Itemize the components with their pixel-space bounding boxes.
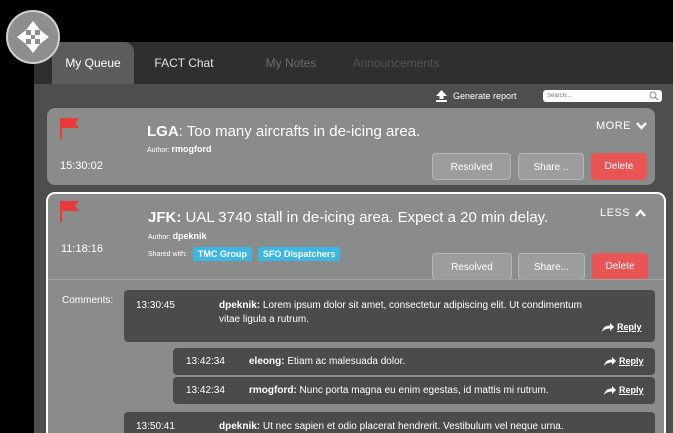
alert-time: 15:30:02 [60,160,103,172]
generate-report-label: Generate report [453,91,517,101]
alert-title: LGA: Too many aircrafts in de-icing area… [147,123,420,140]
tab-bar: My Queue FACT Chat My Notes Announcement… [34,42,673,84]
comment-body-cont: vitae ligula a rutrum. [219,314,310,325]
move-handle[interactable] [6,10,60,64]
delete-button[interactable]: Delete [591,153,647,180]
more-label: MORE [596,120,631,132]
comment-text: dpeknik: Lorem ipsum dolor sit amet, con… [219,299,649,327]
flag-icon [60,201,79,222]
author-name: dpeknik [172,231,207,241]
alert-card[interactable]: 15:30:02 LGA: Too many aircrafts in de-i… [47,108,655,185]
comment-time: 13:42:34 [186,356,225,367]
shared-with-label: Shared with: [148,250,187,258]
comment-text: eleong: Etiam ac malesuada dolor. [249,355,579,369]
shared-with: Shared with: TMC Group SFO Dispatchers [148,247,341,261]
reply-link[interactable]: Reply [602,322,642,332]
less-label: LESS [600,207,631,219]
reply-arrow-icon [602,322,614,332]
comment-item: 13:42:34 rmogford: Nunc porta magna eu e… [173,377,655,404]
author-label: Author: [147,147,170,154]
comment-author: eleong: [249,356,285,367]
comment-time: 13:30:45 [136,300,175,311]
reply-arrow-icon [604,356,616,366]
share-button[interactable]: Share... [518,153,584,180]
alert-time: 11:18:16 [61,243,104,255]
reply-label: Reply [617,322,642,332]
shared-tag[interactable]: SFO Dispatchers [257,247,341,261]
alert-message: : Too many aircrafts in de-icing area. [178,123,421,140]
less-toggle[interactable]: LESS [600,207,647,219]
reply-link[interactable]: Reply [604,356,644,366]
alert-title: JFK: UAL 3740 stall in de-icing area. Ex… [148,209,548,226]
comment-author: rmogford: [249,385,297,396]
alert-message: UAL 3740 stall in de-icing area. Expect … [181,209,549,226]
comment-text: dpeknik: Ut nec sapien et odio placerat … [219,420,649,433]
tab-announcements[interactable]: Announcements [346,42,446,84]
reply-label: Reply [619,356,644,366]
author-name: rmogford [171,144,212,154]
comment-time: 13:42:34 [186,385,225,396]
comment-body: Nunc porta magna eu enim egestas, id mat… [296,385,549,396]
comment-text: rmogford: Nunc porta magna eu enim egest… [249,384,599,398]
alert-code: JFK: [148,209,182,226]
search-input[interactable] [543,90,662,102]
reply-label: Reply [619,385,644,395]
share-button[interactable]: Share... [518,253,585,280]
resolved-button[interactable]: Resolved [432,253,512,280]
author-label: Author: [148,234,171,241]
reply-arrow-icon [604,385,616,395]
comment-time: 13:50:41 [136,421,175,432]
reply-link[interactable]: Reply [604,385,644,395]
alert-author: Author: rmogford [147,144,212,154]
comment-item: 13:30:45 dpeknik: Lorem ipsum dolor sit … [124,290,655,342]
move-arrows-icon [17,21,49,53]
chevron-down-icon [636,122,647,130]
comments-label: Comments: [62,295,114,306]
flag-icon [60,118,79,139]
tab-fact-chat[interactable]: FACT Chat [144,42,224,84]
divider [48,279,664,280]
comment-body: Ut nec sapien et odio placerat hendrerit… [260,421,564,432]
tab-my-notes[interactable]: My Notes [256,42,326,84]
resolved-button[interactable]: Resolved [432,153,511,180]
tab-my-queue[interactable]: My Queue [52,42,134,84]
comment-item: 13:42:34 eleong: Etiam ac malesuada dolo… [173,348,655,375]
alert-code: LGA [147,123,179,140]
alert-author: Author: dpeknik [148,231,207,241]
alert-card-expanded[interactable]: 11:18:16 JFK: UAL 3740 stall in de-icing… [46,192,666,433]
comment-body: Lorem ipsum dolor sit amet, consectetur … [260,300,582,311]
delete-button[interactable]: Delete [592,253,648,280]
search-icon[interactable] [649,91,659,101]
generate-report-button[interactable]: Generate report [436,89,517,103]
chevron-up-icon [635,209,647,217]
more-toggle[interactable]: MORE [596,120,647,132]
panel-toolbar: Generate report [34,84,673,108]
comment-body: Etiam ac malesuada dolor. [284,356,406,367]
shared-tag[interactable]: TMC Group [192,247,252,261]
comment-item: 13:50:41 dpeknik: Ut nec sapien et odio … [124,412,655,433]
queue-panel: Generate report 15:30:02 LGA: Too many a… [34,84,673,433]
comment-author: dpeknik: [219,300,261,311]
comment-author: dpeknik: [219,421,261,432]
upload-icon [436,90,447,102]
